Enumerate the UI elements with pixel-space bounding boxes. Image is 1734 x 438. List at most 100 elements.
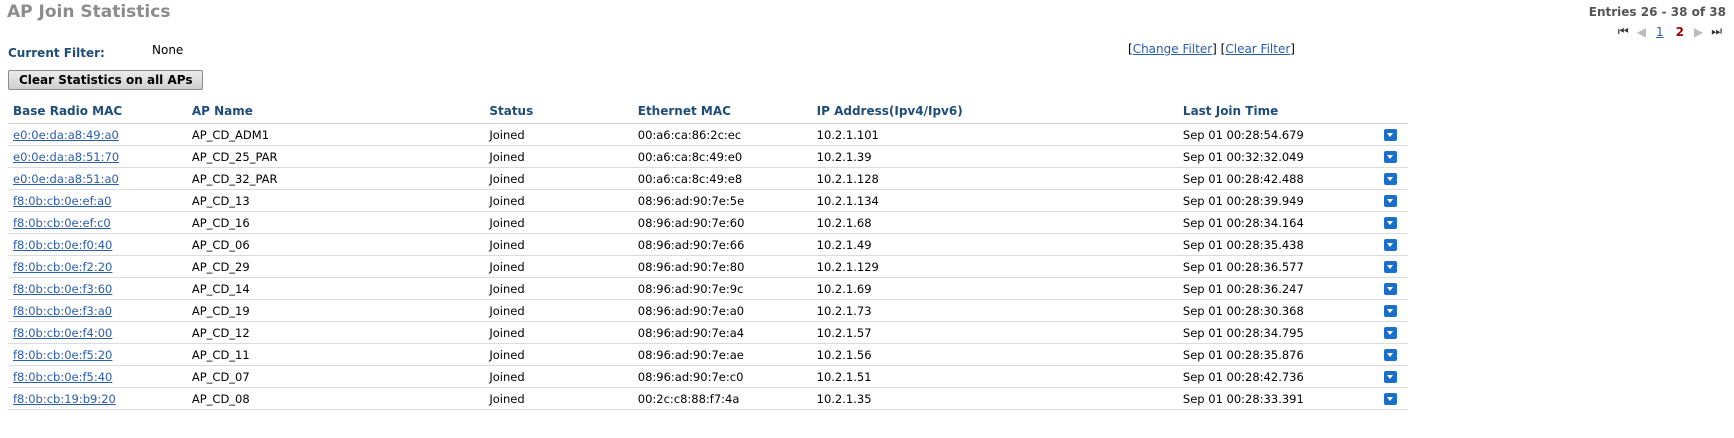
column-header-actions — [1379, 102, 1408, 124]
base-radio-mac-link[interactable]: f8:0b:cb:0e:f5:40 — [13, 370, 112, 384]
row-dropdown-icon[interactable] — [1384, 129, 1398, 141]
table-row: e0:0e:da:a8:51:70 AP_CD_25_PAR Joined 00:a6… — [8, 145, 1408, 168]
table-row: f8:0b:cb:0e:ef:c0 AP_CD_16 Joined 08:96:ad:… — [8, 211, 1408, 234]
cell-last-join-time: Sep 01 00:28:33.391 — [1177, 387, 1380, 410]
cell-ethernet-mac: 00:2c:c8:88:f7:4a — [632, 387, 812, 410]
cell-base-radio-mac: f8:0b:cb:0e:f0:40 — [8, 233, 187, 256]
base-radio-mac-link[interactable]: f8:0b:cb:0e:f4:00 — [13, 326, 112, 340]
cell-base-radio-mac: f8:0b:cb:0e:f2:20 — [8, 255, 187, 278]
cell-ap-name: AP_CD_19 — [186, 299, 485, 322]
row-dropdown-icon[interactable] — [1384, 239, 1398, 251]
row-dropdown-icon[interactable] — [1384, 173, 1398, 185]
table-row: f8:0b:cb:0e:f3:a0 AP_CD_19 Joined 08:96:ad:… — [8, 299, 1408, 322]
pagination: ⏮ ◀ 1 2 ▶ ⏭ — [1614, 24, 1726, 39]
cell-ap-name: AP_CD_ADM1 — [186, 123, 485, 146]
row-dropdown-icon[interactable] — [1384, 261, 1398, 273]
column-header: Status — [484, 102, 633, 124]
cell-base-radio-mac: f8:0b:cb:0e:f4:00 — [8, 321, 187, 344]
row-dropdown-icon[interactable] — [1384, 327, 1398, 339]
base-radio-mac-link[interactable]: f8:0b:cb:0e:f3:60 — [13, 282, 112, 296]
cell-ip-address: 10.2.1.35 — [811, 387, 1178, 410]
table-header-row: Base Radio MAC AP Name Status Ethernet M… — [8, 102, 1408, 124]
clear-statistics-button[interactable]: Clear Statistics on all APs — [8, 70, 204, 90]
cell-last-join-time: Sep 01 00:32:32.049 — [1177, 145, 1380, 168]
cell-actions — [1379, 277, 1408, 300]
table-row: f8:0b:cb:0e:f4:00 AP_CD_12 Joined 08:96:ad:… — [8, 321, 1408, 344]
cell-ip-address: 10.2.1.49 — [811, 233, 1178, 256]
cell-ethernet-mac: 08:96:ad:90:7e:80 — [632, 255, 812, 278]
table-row: f8:0b:cb:19:b9:20 AP_CD_08 Joined 00:2c:c8:… — [8, 387, 1408, 410]
cell-actions — [1379, 233, 1408, 256]
filter-links: [Change Filter] [Clear Filter] — [1128, 42, 1295, 56]
cell-last-join-time: Sep 01 00:28:36.247 — [1177, 277, 1380, 300]
cell-last-join-time: Sep 01 00:28:34.164 — [1177, 211, 1380, 234]
cell-ap-name: AP_CD_29 — [186, 255, 485, 278]
cell-status: Joined — [484, 145, 633, 168]
column-header: Last Join Time — [1177, 102, 1380, 124]
row-dropdown-icon[interactable] — [1384, 283, 1398, 295]
last-page-icon[interactable]: ⏭ — [1711, 24, 1722, 39]
base-radio-mac-link[interactable]: f8:0b:cb:0e:ef:a0 — [13, 194, 111, 208]
row-dropdown-icon[interactable] — [1384, 151, 1398, 163]
row-dropdown-icon[interactable] — [1384, 217, 1398, 229]
row-dropdown-icon[interactable] — [1384, 371, 1398, 383]
row-dropdown-icon[interactable] — [1384, 195, 1398, 207]
change-filter-link[interactable]: Change Filter — [1133, 42, 1212, 56]
base-radio-mac-link[interactable]: e0:0e:da:a8:51:70 — [13, 150, 119, 164]
prev-page-icon: ◀ — [1636, 24, 1646, 39]
cell-ethernet-mac: 08:96:ad:90:7e:c0 — [632, 365, 812, 388]
cell-status: Joined — [484, 123, 633, 146]
cell-ap-name: AP_CD_32_PAR — [186, 167, 485, 190]
cell-ip-address: 10.2.1.51 — [811, 365, 1178, 388]
cell-status: Joined — [484, 167, 633, 190]
page-title: AP Join Statistics — [7, 2, 171, 22]
table-row: f8:0b:cb:0e:ef:a0 AP_CD_13 Joined 08:96:ad:… — [8, 189, 1408, 212]
table-row: e0:0e:da:a8:49:a0 AP_CD_ADM1 Joined 00:a6:c… — [8, 123, 1408, 146]
cell-base-radio-mac: f8:0b:cb:19:b9:20 — [8, 387, 187, 410]
first-page-icon[interactable]: ⏮ — [1618, 24, 1629, 39]
cell-ap-name: AP_CD_11 — [186, 343, 485, 366]
cell-ethernet-mac: 00:a6:ca:8c:49:e8 — [632, 167, 812, 190]
cell-status: Joined — [484, 233, 633, 256]
base-radio-mac-link[interactable]: e0:0e:da:a8:49:a0 — [13, 128, 119, 142]
base-radio-mac-link[interactable]: f8:0b:cb:19:b9:20 — [13, 392, 116, 406]
cell-status: Joined — [484, 255, 633, 278]
next-page-icon: ▶ — [1693, 24, 1704, 39]
base-radio-mac-link[interactable]: e0:0e:da:a8:51:a0 — [13, 172, 119, 186]
cell-last-join-time: Sep 01 00:28:34.795 — [1177, 321, 1380, 344]
clear-filter-link[interactable]: Clear Filter — [1225, 42, 1290, 56]
cell-status: Joined — [484, 189, 633, 212]
column-header: AP Name — [186, 102, 485, 124]
cell-base-radio-mac: f8:0b:cb:0e:f3:60 — [8, 277, 187, 300]
cell-status: Joined — [484, 211, 633, 234]
row-dropdown-icon[interactable] — [1384, 393, 1398, 405]
column-header: IP Address(Ipv4/Ipv6) — [811, 102, 1178, 124]
base-radio-mac-link[interactable]: f8:0b:cb:0e:f0:40 — [13, 238, 112, 252]
cell-ethernet-mac: 08:96:ad:90:7e:66 — [632, 233, 812, 256]
current-page: 2 — [1675, 24, 1684, 39]
cell-ip-address: 10.2.1.57 — [811, 321, 1178, 344]
cell-ethernet-mac: 08:96:ad:90:7e:ae — [632, 343, 812, 366]
cell-ap-name: AP_CD_13 — [186, 189, 485, 212]
base-radio-mac-link[interactable]: f8:0b:cb:0e:ef:c0 — [13, 216, 111, 230]
row-dropdown-icon[interactable] — [1384, 349, 1398, 361]
base-radio-mac-link[interactable]: f8:0b:cb:0e:f5:20 — [13, 348, 112, 362]
cell-ap-name: AP_CD_12 — [186, 321, 485, 344]
cell-actions — [1379, 343, 1408, 366]
cell-last-join-time: Sep 01 00:28:35.876 — [1177, 343, 1380, 366]
cell-actions — [1379, 167, 1408, 190]
base-radio-mac-link[interactable]: f8:0b:cb:0e:f2:20 — [13, 260, 112, 274]
cell-ethernet-mac: 08:96:ad:90:7e:60 — [632, 211, 812, 234]
cell-status: Joined — [484, 387, 633, 410]
cell-last-join-time: Sep 01 00:28:39.949 — [1177, 189, 1380, 212]
base-radio-mac-link[interactable]: f8:0b:cb:0e:f3:a0 — [13, 304, 112, 318]
cell-base-radio-mac: f8:0b:cb:0e:ef:c0 — [8, 211, 187, 234]
filter-value: None — [152, 43, 184, 57]
row-dropdown-icon[interactable] — [1384, 305, 1398, 317]
cell-ip-address: 10.2.1.101 — [811, 123, 1178, 146]
table-row: f8:0b:cb:0e:f3:60 AP_CD_14 Joined 08:96:ad:… — [8, 277, 1408, 300]
cell-last-join-time: Sep 01 00:28:36.577 — [1177, 255, 1380, 278]
page-link-1[interactable]: 1 — [1656, 25, 1664, 39]
cell-actions — [1379, 255, 1408, 278]
cell-base-radio-mac: f8:0b:cb:0e:f5:40 — [8, 365, 187, 388]
